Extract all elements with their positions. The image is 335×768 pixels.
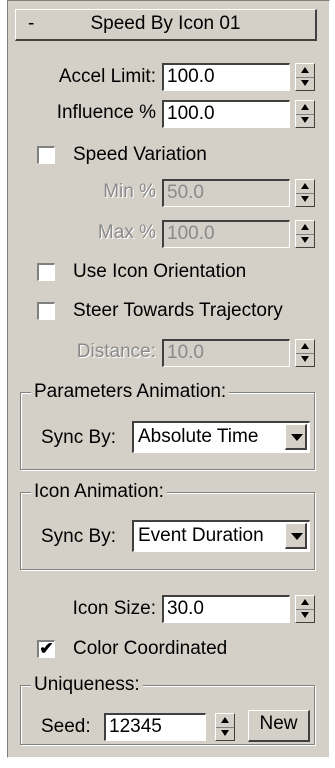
steer-towards-trajectory-checkbox[interactable] bbox=[37, 302, 55, 320]
spinner-up-icon bbox=[301, 599, 309, 605]
uniqueness-legend: Uniqueness: bbox=[31, 674, 143, 696]
use-icon-orientation-label: Use Icon Orientation bbox=[73, 261, 247, 282]
rollout-header-button[interactable]: - Speed By Icon 01 bbox=[15, 9, 317, 41]
rollout-title: Speed By Icon 01 bbox=[90, 13, 241, 34]
parameters-sync-by-value: Absolute Time bbox=[138, 426, 259, 447]
icon-size-input[interactable]: 30.0 bbox=[162, 595, 290, 623]
icon-size-label: Icon Size: bbox=[72, 598, 156, 619]
spinner-down-icon bbox=[301, 196, 309, 202]
seed-label: Seed: bbox=[41, 716, 91, 737]
influence-input[interactable]: 100.0 bbox=[162, 100, 290, 128]
new-seed-button[interactable]: New bbox=[248, 710, 310, 742]
distance-label: Distance: bbox=[76, 341, 156, 362]
dropdown-arrow-icon bbox=[291, 533, 303, 540]
spinner-down-icon bbox=[301, 237, 309, 243]
spinner-down-icon bbox=[301, 117, 309, 123]
spinner-down-icon bbox=[221, 730, 229, 736]
max-pct-label: Max % bbox=[97, 222, 156, 243]
icon-size-spinner[interactable] bbox=[295, 595, 315, 623]
speed-variation-label: Speed Variation bbox=[73, 144, 207, 165]
spinner-up-icon bbox=[301, 104, 309, 110]
speed-variation-checkbox[interactable] bbox=[37, 146, 55, 164]
icon-sync-by-value: Event Duration bbox=[138, 525, 264, 546]
icon-animation-legend: Icon Animation: bbox=[31, 481, 167, 503]
spinner-down-icon bbox=[301, 612, 309, 618]
seed-spinner[interactable] bbox=[215, 713, 235, 741]
icon-sync-dropdown-button[interactable] bbox=[285, 523, 307, 549]
icon-sync-by-label: Sync By: bbox=[41, 526, 116, 547]
color-coordinated-checkbox[interactable]: ✔ bbox=[37, 640, 55, 658]
accel-limit-input[interactable]: 100.0 bbox=[162, 63, 290, 91]
distance-input[interactable]: 10.0 bbox=[162, 339, 290, 367]
distance-spinner[interactable] bbox=[295, 339, 315, 367]
accel-limit-label: Accel Limit: bbox=[58, 66, 156, 87]
spinner-down-icon bbox=[301, 80, 309, 86]
max-pct-input[interactable]: 100.0 bbox=[162, 220, 290, 248]
min-pct-spinner[interactable] bbox=[295, 179, 315, 207]
parameters-sync-dropdown-button[interactable] bbox=[285, 424, 307, 450]
max-pct-spinner[interactable] bbox=[295, 220, 315, 248]
spinner-up-icon bbox=[301, 343, 309, 349]
use-icon-orientation-checkbox[interactable] bbox=[37, 263, 55, 281]
dropdown-arrow-icon bbox=[291, 434, 303, 441]
min-pct-input[interactable]: 50.0 bbox=[162, 179, 290, 207]
steer-towards-trajectory-label: Steer Towards Trajectory bbox=[73, 300, 283, 321]
influence-label: Influence % bbox=[56, 102, 156, 123]
accel-limit-spinner[interactable] bbox=[295, 63, 315, 91]
spinner-up-icon bbox=[301, 67, 309, 73]
parameters-sync-by-dropdown[interactable]: Absolute Time bbox=[132, 421, 310, 453]
parameters-sync-by-label: Sync By: bbox=[41, 427, 116, 448]
spinner-up-icon bbox=[301, 224, 309, 230]
seed-input[interactable]: 12345 bbox=[104, 713, 206, 741]
spinner-down-icon bbox=[301, 356, 309, 362]
icon-sync-by-dropdown[interactable]: Event Duration bbox=[132, 520, 310, 552]
spinner-up-icon bbox=[221, 717, 229, 723]
color-coordinated-label: Color Coordinated bbox=[73, 638, 228, 659]
min-pct-label: Min % bbox=[103, 181, 156, 202]
parameters-animation-legend: Parameters Animation: bbox=[31, 381, 230, 403]
spinner-up-icon bbox=[301, 183, 309, 189]
influence-spinner[interactable] bbox=[295, 100, 315, 128]
